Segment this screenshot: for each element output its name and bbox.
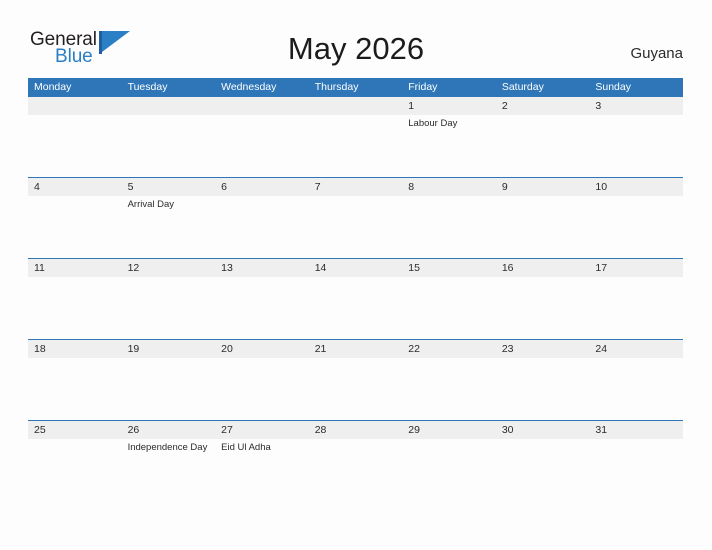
day-event [496,277,590,339]
day-number[interactable]: 7 [309,178,403,196]
day-event [28,196,122,258]
day-event: Eid Ul Adha [221,442,271,453]
day-event [309,439,403,501]
weekday-header-monday: Monday [34,81,72,93]
weekday-header-saturday: Saturday [501,81,544,93]
week-date-band: 11 12 13 14 15 16 17 [28,259,683,277]
calendar-grid: Monday Tuesday Wednesday Thursday Friday… [28,78,683,501]
day-event [496,115,590,177]
day-number[interactable]: 17 [589,259,683,277]
day-number[interactable]: 23 [496,340,590,358]
day-event [28,277,122,339]
day-number[interactable]: 1 [402,97,496,115]
day-number[interactable]: 3 [589,97,683,115]
day-number[interactable]: 14 [309,259,403,277]
day-event: Independence Day [127,442,208,453]
week-date-band: 4 5 6 7 8 9 10 [28,178,683,196]
day-event [402,277,496,339]
day-number[interactable]: 18 [28,340,122,358]
day-number[interactable] [309,97,403,115]
week-row: 11 12 13 14 15 16 17 [28,258,683,339]
weekday-header-tuesday: Tuesday [127,81,168,93]
weekday-header-thursday: Thursday [314,81,359,93]
weekday-header-row: Monday Tuesday Wednesday Thursday Friday… [28,78,683,96]
weekday-header-wednesday: Wednesday [221,81,277,93]
day-event [402,358,496,420]
week-row: 1 2 3 Labour Day [28,96,683,177]
week-event-band [28,358,683,420]
week-event-band: Independence Day Eid Ul Adha [28,439,683,501]
day-number[interactable]: 9 [496,178,590,196]
day-event [496,196,590,258]
day-number[interactable]: 25 [28,421,122,439]
week-event-band [28,277,683,339]
day-event [28,358,122,420]
day-number[interactable]: 12 [122,259,216,277]
day-number[interactable]: 24 [589,340,683,358]
week-date-band: 18 19 20 21 22 23 24 [28,340,683,358]
weekday-header-friday: Friday [408,81,438,93]
country-label: Guyana [630,45,683,62]
day-number[interactable]: 29 [402,421,496,439]
weekday-header-sunday: Sunday [595,81,631,93]
day-number[interactable]: 13 [215,259,309,277]
day-number[interactable]: 16 [496,259,590,277]
day-number[interactable] [28,97,122,115]
day-number[interactable]: 20 [215,340,309,358]
day-number[interactable]: 11 [28,259,122,277]
day-event [122,277,216,339]
day-event: Arrival Day [127,199,175,210]
day-event [589,115,683,177]
day-number[interactable] [122,97,216,115]
day-event [309,358,403,420]
day-event [309,115,403,177]
day-number[interactable]: 27 [215,421,309,439]
day-number[interactable]: 4 [28,178,122,196]
week-event-band: Arrival Day [28,196,683,258]
day-event [215,358,309,420]
day-event [496,358,590,420]
week-event-band: Labour Day [28,115,683,177]
day-event [28,439,122,501]
week-date-band: 1 2 3 [28,97,683,115]
day-number[interactable]: 15 [402,259,496,277]
day-event [589,196,683,258]
day-event [122,115,216,177]
day-number[interactable]: 31 [589,421,683,439]
day-number[interactable]: 6 [215,178,309,196]
week-row: 18 19 20 21 22 23 24 [28,339,683,420]
day-number[interactable]: 22 [402,340,496,358]
day-event [589,358,683,420]
day-number[interactable]: 26 [122,421,216,439]
week-row: 25 26 27 28 29 30 31 Independence Day Ei… [28,420,683,501]
day-number[interactable]: 8 [402,178,496,196]
day-event [215,115,309,177]
day-number[interactable] [215,97,309,115]
day-number[interactable]: 5 [122,178,216,196]
day-event [589,277,683,339]
week-date-band: 25 26 27 28 29 30 31 [28,421,683,439]
day-event [309,196,403,258]
day-event [402,196,496,258]
day-event [496,439,590,501]
day-number[interactable]: 28 [309,421,403,439]
day-event [402,439,496,501]
day-number[interactable]: 30 [496,421,590,439]
page-header: General Blue May 2026 Guyana [0,0,712,76]
page-title: May 2026 [287,31,425,66]
day-event [309,277,403,339]
day-number[interactable]: 10 [589,178,683,196]
day-event [28,115,122,177]
day-event [122,358,216,420]
day-number[interactable]: 2 [496,97,590,115]
day-number[interactable]: 19 [122,340,216,358]
day-event [589,439,683,501]
calendar-page: General Blue May 2026 Guyana Monday Tues… [0,0,712,550]
day-number[interactable]: 21 [309,340,403,358]
day-event: Labour Day [408,118,458,129]
week-row: 4 5 6 7 8 9 10 Arrival Day [28,177,683,258]
day-event [215,277,309,339]
day-event [215,196,309,258]
